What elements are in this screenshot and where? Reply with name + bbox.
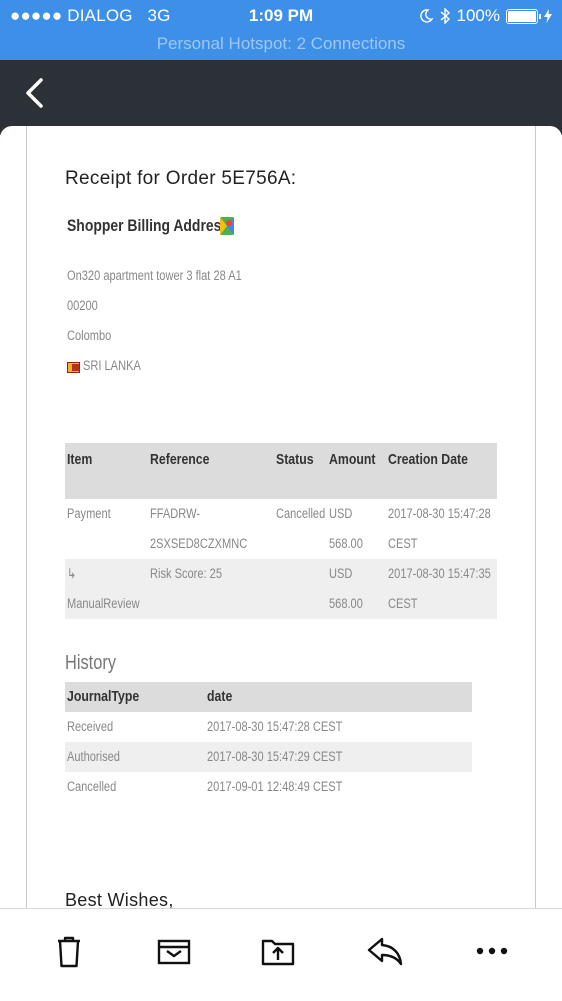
row-item: ManualReview bbox=[67, 596, 140, 611]
header-item: Item bbox=[67, 451, 93, 468]
nav-bar bbox=[0, 60, 562, 135]
sri-lanka-flag-icon bbox=[67, 362, 80, 373]
chevron-left-icon bbox=[26, 78, 43, 108]
journal-date: 2017-08-30 15:47:28 CEST bbox=[207, 719, 343, 734]
archive-icon bbox=[157, 939, 191, 965]
row-amount: 568.00 bbox=[329, 596, 363, 611]
row-reference: Risk Score: 25 bbox=[150, 566, 222, 581]
delete-button[interactable] bbox=[47, 929, 91, 973]
reply-button[interactable] bbox=[363, 929, 407, 973]
trash-icon bbox=[58, 936, 80, 968]
row-status: Cancelled bbox=[276, 506, 326, 521]
email-sheet[interactable]: Receipt for Order 5E756A: Shopper Billin… bbox=[0, 126, 562, 908]
history-table: JournalType date Received 2017-08-30 15:… bbox=[65, 682, 472, 802]
map-pin-icon[interactable] bbox=[220, 217, 234, 235]
receipt-title: Receipt for Order 5E756A: bbox=[65, 168, 297, 189]
table-row: Cancelled 2017-09-01 12:48:49 CEST bbox=[65, 772, 472, 802]
journal-type: Cancelled bbox=[67, 779, 117, 794]
address-street: On320 apartment tower 3 flat 28 A1 bbox=[67, 268, 242, 283]
address-city: Colombo bbox=[67, 328, 112, 343]
address-country: SRI LANKA bbox=[83, 358, 141, 373]
header-journal-type: JournalType bbox=[67, 688, 140, 705]
history-title: History bbox=[65, 652, 117, 674]
row-reference-line2: 2SXSED8CZXMNC bbox=[150, 536, 248, 551]
battery-percent: 100% bbox=[456, 6, 500, 25]
table-row: Payment FFADRW- 2SXSED8CZXMNC Cancelled … bbox=[65, 499, 497, 559]
address-heading: Shopper Billing Address bbox=[67, 216, 230, 235]
status-bar: ●●●●● DIALOG 3G 1:09 PM 100% Personal Ho… bbox=[0, 0, 562, 60]
journal-date: 2017-09-01 12:48:49 CEST bbox=[207, 779, 343, 794]
bluetooth-icon bbox=[440, 8, 450, 24]
journal-type: Authorised bbox=[67, 749, 120, 764]
more-button[interactable] bbox=[470, 929, 514, 973]
status-right: 100% bbox=[419, 6, 552, 26]
closing-text: Best Wishes, bbox=[65, 890, 174, 908]
table-row: ↳ ManualReview Risk Score: 25 USD 568.00… bbox=[65, 559, 497, 619]
move-button[interactable] bbox=[257, 929, 301, 973]
folder-move-icon bbox=[261, 939, 295, 966]
reply-icon bbox=[367, 937, 403, 966]
header-creation-date: Creation Date bbox=[388, 451, 468, 468]
moon-icon bbox=[419, 9, 433, 23]
row-item: Payment bbox=[67, 506, 111, 521]
row-amount: 568.00 bbox=[329, 536, 363, 551]
table-row: Authorised 2017-08-30 15:47:29 CEST bbox=[65, 742, 472, 772]
row-currency: USD bbox=[329, 506, 353, 521]
battery-icon bbox=[506, 8, 541, 24]
row-currency: USD bbox=[329, 566, 353, 581]
charging-icon bbox=[544, 9, 552, 23]
journal-type: Received bbox=[67, 719, 114, 734]
row-date: 2017-08-30 15:47:28 bbox=[388, 506, 491, 521]
bottom-toolbar bbox=[0, 908, 562, 1001]
items-table-header: Item Reference Status Amount Creation Da… bbox=[65, 443, 497, 499]
more-icon bbox=[476, 947, 508, 955]
row-item-arrow: ↳ bbox=[67, 566, 77, 581]
address-postcode: 00200 bbox=[67, 298, 98, 313]
row-reference-line1: FFADRW- bbox=[150, 506, 201, 521]
items-table: Item Reference Status Amount Creation Da… bbox=[65, 443, 497, 619]
back-button[interactable] bbox=[16, 74, 56, 114]
row-timezone: CEST bbox=[388, 536, 418, 551]
row-date: 2017-08-30 15:47:35 bbox=[388, 566, 491, 581]
hotspot-banner[interactable]: Personal Hotspot: 2 Connections bbox=[0, 34, 562, 54]
archive-button[interactable] bbox=[152, 929, 196, 973]
table-row: Received 2017-08-30 15:47:28 CEST bbox=[65, 712, 472, 742]
header-date: date bbox=[207, 688, 233, 705]
header-reference: Reference bbox=[150, 451, 210, 468]
row-timezone: CEST bbox=[388, 596, 418, 611]
history-table-header: JournalType date bbox=[65, 682, 472, 712]
journal-date: 2017-08-30 15:47:29 CEST bbox=[207, 749, 343, 764]
header-status: Status bbox=[276, 451, 314, 468]
header-amount: Amount bbox=[329, 451, 376, 468]
